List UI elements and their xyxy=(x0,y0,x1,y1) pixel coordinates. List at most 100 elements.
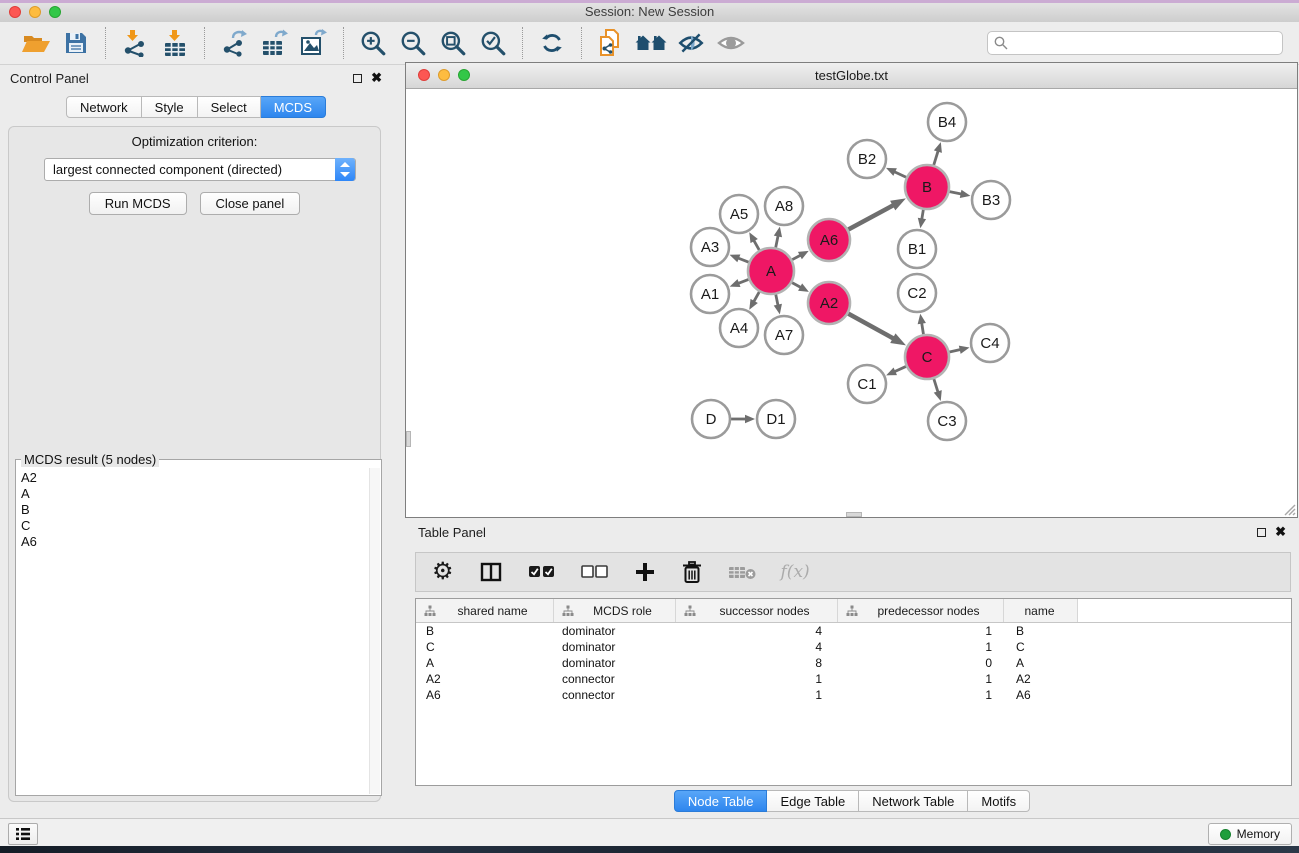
graph-edge xyxy=(848,314,894,340)
tree-icon xyxy=(846,605,858,617)
minimize-window-button[interactable] xyxy=(29,6,41,18)
table-row[interactable]: A2connector11A2 xyxy=(416,671,1291,687)
edge-arrowhead-icon xyxy=(960,190,971,198)
tab-edge-table[interactable]: Edge Table xyxy=(767,790,859,812)
tab-node-table[interactable]: Node Table xyxy=(674,790,768,812)
window-title: Session: New Session xyxy=(0,3,1299,21)
graph-node-label: C1 xyxy=(857,376,876,393)
task-history-button[interactable] xyxy=(8,823,38,845)
table-row[interactable]: A6connector11A6 xyxy=(416,687,1291,703)
criterion-value: largest connected component (directed) xyxy=(53,162,282,177)
tab-mcds[interactable]: MCDS xyxy=(261,96,326,118)
zoom-in-icon[interactable] xyxy=(356,26,390,60)
delete-column-icon[interactable] xyxy=(681,560,703,584)
float-panel-icon[interactable] xyxy=(353,74,362,83)
list-item[interactable]: C xyxy=(21,518,369,534)
edge-arrowhead-icon xyxy=(959,346,970,354)
toolbar-separator xyxy=(343,27,344,59)
zoom-out-icon[interactable] xyxy=(396,26,430,60)
home-icon[interactable] xyxy=(634,26,668,60)
close-panel-button[interactable]: Close panel xyxy=(200,192,301,215)
tab-style[interactable]: Style xyxy=(142,96,198,118)
graph-node-label: B4 xyxy=(938,114,956,131)
graph-edge xyxy=(893,171,906,177)
tree-icon xyxy=(424,605,436,617)
zoom-window-button[interactable] xyxy=(49,6,61,18)
zoom-selected-icon[interactable] xyxy=(476,26,510,60)
graph-node-label: B1 xyxy=(908,241,926,258)
close-panel-icon[interactable]: ✖ xyxy=(371,73,382,83)
export-image-icon[interactable] xyxy=(297,26,331,60)
open-file-icon[interactable] xyxy=(19,26,53,60)
horizontal-scrollbar[interactable] xyxy=(846,512,862,517)
vertical-scrollbar[interactable] xyxy=(406,431,411,447)
save-session-icon[interactable] xyxy=(59,26,93,60)
edge-arrowhead-icon xyxy=(745,415,755,423)
list-item[interactable]: A6 xyxy=(21,534,369,550)
tab-network-table[interactable]: Network Table xyxy=(859,790,968,812)
column-header-predecessor-nodes[interactable]: predecessor nodes xyxy=(838,599,1004,622)
settings-gear-icon[interactable]: ⚙ xyxy=(432,560,454,584)
column-header-mcds-role[interactable]: MCDS role xyxy=(554,599,676,622)
import-table-icon[interactable] xyxy=(158,26,192,60)
node-table-header: shared name MCDS role successor nodes pr… xyxy=(416,599,1291,623)
mcds-result-title: MCDS result (5 nodes) xyxy=(21,452,159,467)
network-window-titlebar[interactable]: testGlobe.txt xyxy=(406,63,1297,89)
resize-grip-icon[interactable] xyxy=(1282,502,1296,516)
table-row[interactable]: Adominator80A xyxy=(416,655,1291,671)
window-titlebar: Session: New Session xyxy=(0,0,1299,22)
table-panel-title: Table Panel xyxy=(418,525,486,540)
network-view-window: testGlobe.txt AA1A2A3A4A5A6A7A8BB1B2B3B4… xyxy=(405,62,1298,518)
network-close-button[interactable] xyxy=(418,69,430,81)
edge-arrowhead-icon xyxy=(918,314,926,325)
import-network-icon[interactable] xyxy=(118,26,152,60)
column-header-shared-name[interactable]: shared name xyxy=(416,599,554,622)
toolbar-separator xyxy=(105,27,106,59)
show-graphics-details-icon[interactable] xyxy=(674,26,708,60)
float-table-panel-icon[interactable] xyxy=(1257,528,1266,537)
criterion-select[interactable]: largest connected component (directed) xyxy=(44,158,356,181)
graph-node-label: C3 xyxy=(937,413,956,430)
run-mcds-button[interactable]: Run MCDS xyxy=(89,192,187,215)
column-layout-icon[interactable] xyxy=(479,560,503,584)
mcds-result-list: A2ABCA6 xyxy=(17,468,369,794)
graph-node-label: C xyxy=(922,349,933,366)
list-item[interactable]: B xyxy=(21,502,369,518)
network-zoom-button[interactable] xyxy=(458,69,470,81)
graph-edge xyxy=(934,150,939,165)
search-input[interactable] xyxy=(987,31,1283,55)
select-all-checkboxes-icon[interactable] xyxy=(528,565,556,579)
column-header-name[interactable]: name xyxy=(1004,599,1078,622)
result-scrollbar[interactable] xyxy=(369,468,380,794)
edge-arrowhead-icon xyxy=(890,198,906,210)
graph-node-label: A5 xyxy=(730,206,748,223)
control-panel-title: Control Panel xyxy=(10,71,89,86)
tab-network[interactable]: Network xyxy=(66,96,142,118)
zoom-fit-icon[interactable] xyxy=(436,26,470,60)
tab-select[interactable]: Select xyxy=(198,96,261,118)
export-table-icon[interactable] xyxy=(257,26,291,60)
memory-button[interactable]: Memory xyxy=(1208,823,1292,845)
tab-motifs[interactable]: Motifs xyxy=(968,790,1030,812)
deselect-checkboxes-icon[interactable] xyxy=(581,565,609,579)
list-item[interactable]: A xyxy=(21,486,369,502)
table-tabs: Node TableEdge TableNetwork TableMotifs xyxy=(405,790,1299,812)
graph-node-label: B3 xyxy=(982,192,1000,209)
clone-network-icon[interactable] xyxy=(594,26,628,60)
export-network-icon[interactable] xyxy=(217,26,251,60)
network-graph[interactable]: AA1A2A3A4A5A6A7A8BB1B2B3B4CC1C2C3C4DD1 xyxy=(406,90,1297,517)
graph-node-label: D1 xyxy=(766,411,785,428)
table-row[interactable]: Cdominator41C xyxy=(416,639,1291,655)
add-column-icon[interactable] xyxy=(634,561,656,583)
table-row[interactable]: Bdominator41B xyxy=(416,623,1291,639)
close-window-button[interactable] xyxy=(9,6,21,18)
column-header-successor-nodes[interactable]: successor nodes xyxy=(676,599,838,622)
edge-arrowhead-icon xyxy=(918,218,926,229)
refresh-icon[interactable] xyxy=(535,26,569,60)
edge-arrowhead-icon xyxy=(730,279,741,287)
list-item[interactable]: A2 xyxy=(21,470,369,486)
tree-icon xyxy=(684,605,696,617)
birds-eye-view-icon[interactable] xyxy=(714,26,748,60)
network-minimize-button[interactable] xyxy=(438,69,450,81)
close-table-panel-icon[interactable]: ✖ xyxy=(1275,527,1286,537)
